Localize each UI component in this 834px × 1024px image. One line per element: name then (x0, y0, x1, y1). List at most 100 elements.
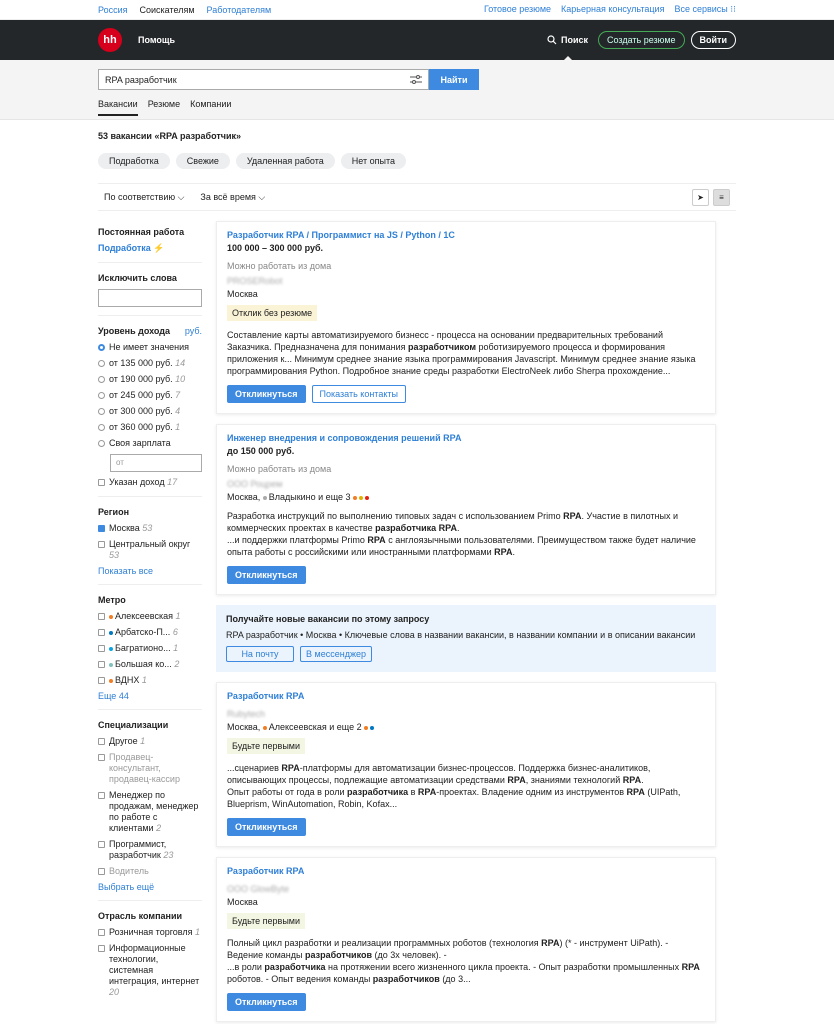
tab-resumes[interactable]: Резюме (148, 99, 180, 116)
sort-relevance[interactable]: По соответствию ⌵ (104, 192, 184, 203)
apply-button[interactable]: Откликнуться (227, 818, 306, 836)
region-moscow[interactable]: Москва 53 (98, 523, 202, 534)
hh-logo[interactable]: hh (98, 28, 122, 52)
exclude-input[interactable] (98, 289, 202, 307)
metro-option[interactable]: Алексеевская 1 (98, 611, 202, 622)
vacancy-salary: 100 000 – 300 000 руб. (227, 243, 324, 253)
metro-heading: Метро (98, 595, 126, 605)
income-option[interactable]: от 360 000 руб. 1 (98, 422, 202, 433)
vacancy-title[interactable]: Разработчик RPA / Программист на JS / Py… (227, 230, 455, 240)
create-resume-button[interactable]: Создать резюме (598, 31, 685, 49)
choose-more-link[interactable]: Выбрать ещё (98, 882, 154, 892)
metro-option[interactable]: Большая ко... 2 (98, 659, 202, 670)
search-zone: RPA разработчик Найти Вакансии Резюме Ко… (0, 60, 834, 120)
vacancy-city: Москва (227, 897, 258, 907)
filters-sidebar: Постоянная работа Подработка ⚡ Исключить… (98, 221, 202, 1024)
header: hh Помощь Поиск Создать резюме Войти (0, 20, 834, 60)
spec-other[interactable]: Другое 1 (98, 736, 202, 747)
search-label: Поиск (561, 35, 589, 45)
income-option[interactable]: Не имеет значения (98, 342, 202, 353)
search-input[interactable]: RPA разработчик (98, 69, 429, 90)
find-button[interactable]: Найти (429, 69, 479, 90)
parttime-link[interactable]: Подработка (98, 243, 151, 253)
income-option[interactable]: от 135 000 руб. 14 (98, 358, 202, 369)
results-count: 53 вакансии «RPA разработчик» (98, 131, 242, 141)
spec-seller: Продавец-консультант, продавец-кассир (98, 752, 202, 785)
map-view-button[interactable]: ➤ (692, 188, 709, 206)
remote-label: Можно работать из дома (227, 261, 332, 271)
promo-title: Получайте новые вакансии по этому запрос… (226, 614, 430, 624)
region-central[interactable]: Центральный округ 53 (98, 539, 202, 561)
be-first-badge: Будьте первыми (227, 738, 306, 754)
vacancy-title[interactable]: Разработчик RPA (227, 866, 304, 876)
industry-retail[interactable]: Розничная торговля 1 (98, 927, 202, 938)
more-metro-link[interactable]: Еще 44 (98, 691, 129, 701)
career-link[interactable]: Карьерная консультация (561, 4, 664, 15)
vacancy-card: Разработчик RPA ООО GlowByte Москва Будь… (216, 857, 716, 1022)
lightning-icon: ⚡ (153, 243, 165, 253)
promo-desc: RPA разработчик • Москва • Ключевые слов… (226, 630, 696, 640)
all-services-link[interactable]: Все сервисы ⁝⁝ (674, 4, 736, 15)
vacancy-card: Разработчик RPA / Программист на JS / Py… (216, 221, 716, 414)
employers-link[interactable]: Работодателям (207, 5, 272, 15)
vacancy-description: ...сценариев RPA-платформы для автоматиз… (227, 763, 681, 809)
be-first-badge: Будьте первыми (227, 913, 306, 929)
vacancy-title[interactable]: Инженер внедрения и сопровождения решени… (227, 433, 461, 443)
subscribe-promo: Получайте новые вакансии по этому запрос… (216, 605, 716, 672)
header-search[interactable]: Поиск (547, 35, 588, 45)
salary-from-input[interactable]: от (110, 454, 202, 472)
vacancy-description: Полный цикл разработки и реализации прог… (227, 938, 700, 984)
exclude-heading: Исключить слова (98, 273, 177, 283)
income-option[interactable]: Своя зарплата (98, 438, 202, 449)
help-link[interactable]: Помощь (138, 35, 547, 45)
company-name[interactable]: ООО Роцрем (227, 479, 705, 489)
spec-programmer[interactable]: Программист, разработчик 23 (98, 839, 202, 861)
income-option[interactable]: от 190 000 руб. 10 (98, 374, 202, 385)
income-option[interactable]: от 245 000 руб. 7 (98, 390, 202, 401)
show-contacts-button[interactable]: Показать контакты (311, 385, 406, 403)
industry-it[interactable]: Информационные технологии, системная инт… (98, 943, 202, 998)
metro-option[interactable]: ВДНХ 1 (98, 675, 202, 686)
income-heading: Уровень дохода (98, 326, 171, 336)
tab-vacancies[interactable]: Вакансии (98, 99, 138, 116)
company-name[interactable]: ООО GlowByte (227, 884, 705, 894)
chip-remote[interactable]: Удаленная работа (235, 153, 335, 169)
chip-no-experience[interactable]: Нет опыта (340, 153, 406, 169)
metro-option[interactable]: Арбатско-П... 6 (98, 627, 202, 638)
currency-link[interactable]: руб. (185, 326, 202, 336)
search-icon (547, 35, 557, 45)
sort-period[interactable]: За всё время ⌵ (200, 192, 265, 203)
region-link[interactable]: Россия (98, 5, 128, 15)
chip-fresh[interactable]: Свежие (175, 153, 230, 169)
subscribe-messenger-button[interactable]: В мессенджер (300, 646, 372, 662)
filter-settings-icon[interactable] (410, 75, 422, 84)
perm-work[interactable]: Постоянная работа (98, 227, 202, 237)
apply-button[interactable]: Откликнуться (227, 566, 306, 584)
top-bar: Россия Соискателям Работодателям Готовое… (0, 0, 834, 20)
income-specified[interactable]: Указан доход 17 (98, 477, 202, 488)
company-name[interactable]: PROSERobot (227, 276, 705, 286)
login-button[interactable]: Войти (690, 31, 736, 49)
region-heading: Регион (98, 507, 129, 517)
industry-heading: Отрасль компании (98, 911, 183, 921)
company-name[interactable]: Rubytech (227, 709, 705, 719)
list-icon: ≡ (719, 192, 724, 202)
chip-parttime[interactable]: Подработка (98, 153, 170, 169)
apply-button[interactable]: Откликнуться (227, 993, 306, 1011)
no-resume-badge: Отклик без резюме (227, 305, 318, 321)
apply-button[interactable]: Откликнуться (227, 385, 306, 403)
list-view-button[interactable]: ≡ (713, 188, 730, 206)
vacancy-description: Разработка инструкций по выполнению типо… (227, 511, 696, 557)
income-option[interactable]: от 300 000 руб. 4 (98, 406, 202, 417)
spec-sales-manager[interactable]: Менеджер по продажам, менеджер по работе… (98, 790, 202, 834)
spec-driver: Водитель (98, 866, 202, 877)
subscribe-email-button[interactable]: На почту (226, 646, 294, 662)
ready-resume-link[interactable]: Готовое резюме (484, 4, 551, 15)
vacancy-title[interactable]: Разработчик RPA (227, 691, 304, 701)
tab-companies[interactable]: Компании (190, 99, 231, 116)
spec-heading: Специализации (98, 720, 169, 730)
metro-option[interactable]: Багратионо... 1 (98, 643, 202, 654)
show-all-link[interactable]: Показать все (98, 566, 153, 576)
seekers-link[interactable]: Соискателям (140, 5, 195, 15)
location-arrow-icon: ➤ (697, 192, 704, 202)
